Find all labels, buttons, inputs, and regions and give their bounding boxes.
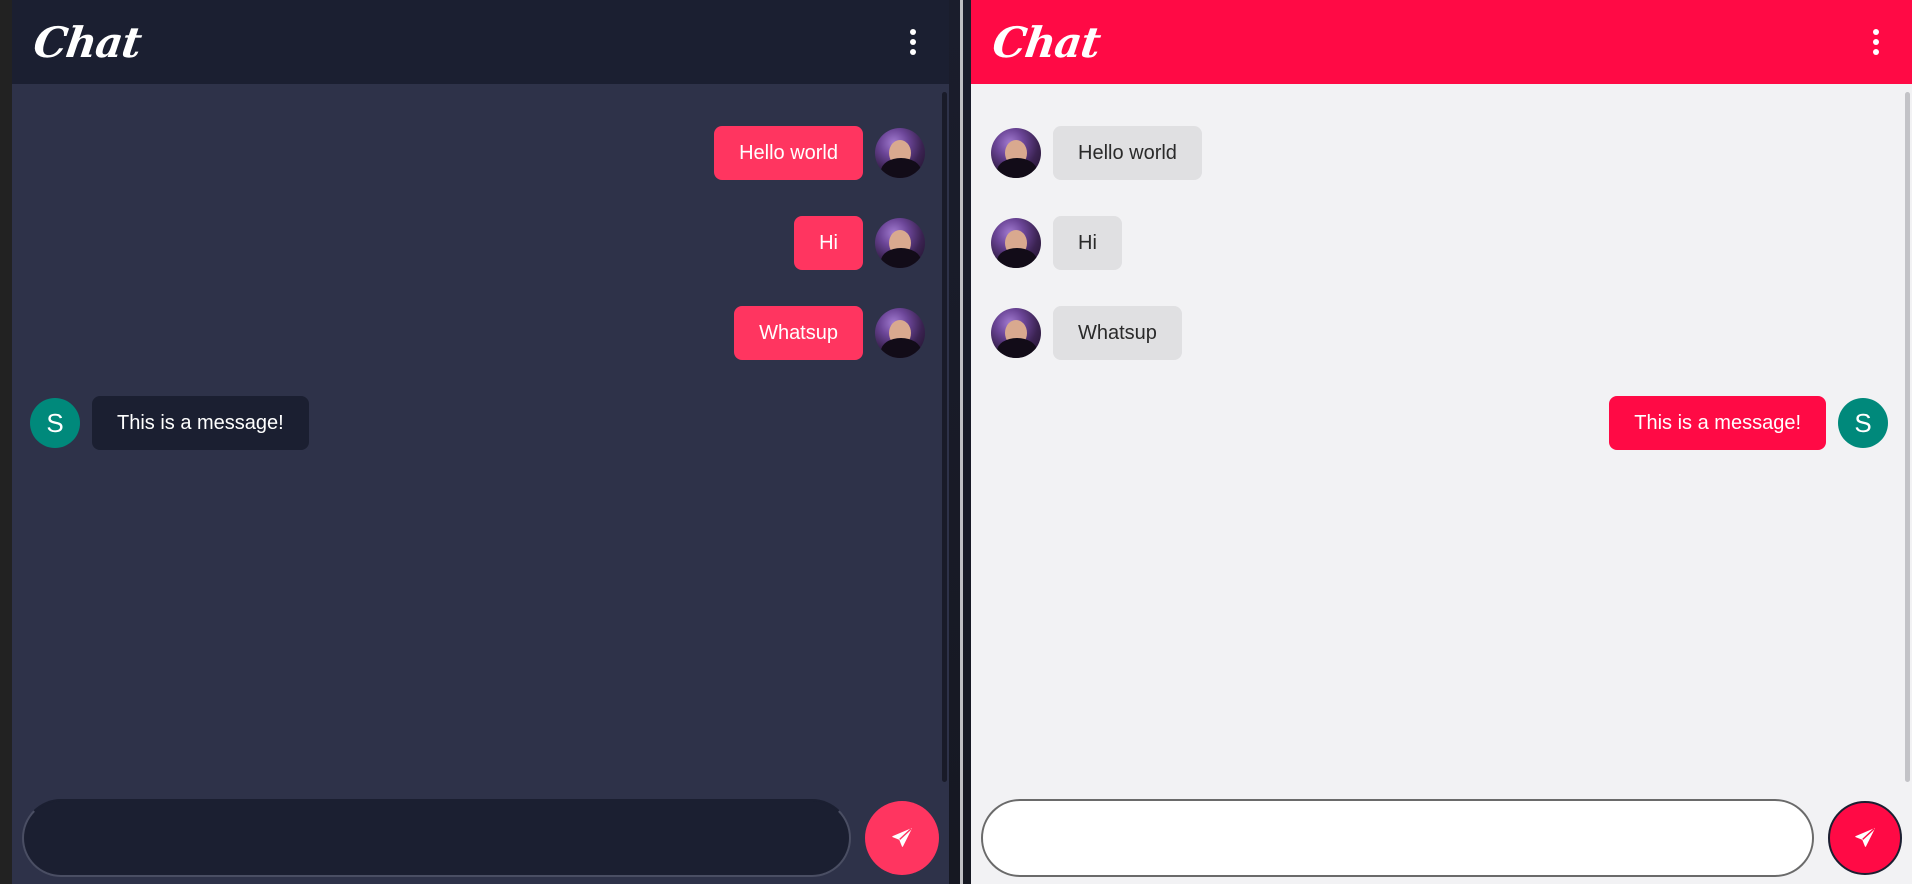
message-bubble: Whatsup bbox=[1053, 306, 1182, 360]
send-button[interactable] bbox=[1828, 801, 1902, 875]
message-input[interactable] bbox=[981, 799, 1814, 877]
user-avatar bbox=[875, 218, 925, 268]
message-bubble: Hello world bbox=[714, 126, 863, 180]
window-edge bbox=[0, 0, 12, 884]
message-row: Hello world bbox=[991, 126, 1202, 180]
message-bubble: Hi bbox=[1053, 216, 1122, 270]
message-row: Hi bbox=[991, 216, 1122, 270]
user-avatar bbox=[991, 308, 1041, 358]
message-bubble: This is a message! bbox=[1609, 396, 1826, 450]
message-bubble: Hello world bbox=[1053, 126, 1202, 180]
pane-divider bbox=[949, 0, 971, 884]
user-avatar bbox=[875, 128, 925, 178]
message-row: Hi bbox=[794, 216, 925, 270]
more-vert-icon[interactable] bbox=[1864, 22, 1888, 62]
paper-plane-icon bbox=[892, 828, 912, 847]
message-row: This is a message! S bbox=[1609, 396, 1888, 450]
message-row: Whatsup bbox=[734, 306, 925, 360]
message-input[interactable] bbox=[22, 799, 851, 877]
send-button[interactable] bbox=[865, 801, 939, 875]
message-row: Hello world bbox=[714, 126, 925, 180]
message-bubble: This is a message! bbox=[92, 396, 309, 450]
scrollbar[interactable] bbox=[1905, 92, 1910, 782]
more-vert-icon[interactable] bbox=[901, 22, 925, 62]
chat-header: Chat bbox=[12, 0, 949, 84]
user-avatar-letter: S bbox=[1838, 398, 1888, 448]
user-avatar bbox=[991, 218, 1041, 268]
user-avatar bbox=[991, 128, 1041, 178]
chat-window-dark: Chat Hello world Hi Whatsup S This is a … bbox=[12, 0, 949, 884]
message-bubble: Whatsup bbox=[734, 306, 863, 360]
paper-plane-icon bbox=[1855, 828, 1875, 847]
chat-window-light: Chat Hello world Hi Whatsup This is a me… bbox=[971, 0, 1912, 884]
message-row: S This is a message! bbox=[30, 396, 309, 450]
message-composer bbox=[981, 799, 1902, 877]
app-logo: Chat bbox=[989, 17, 1104, 67]
scrollbar[interactable] bbox=[942, 92, 947, 782]
message-row: Whatsup bbox=[991, 306, 1182, 360]
user-avatar-letter: S bbox=[30, 398, 80, 448]
app-logo: Chat bbox=[30, 17, 145, 67]
message-composer bbox=[22, 799, 939, 877]
chat-header: Chat bbox=[971, 0, 1912, 84]
message-bubble: Hi bbox=[794, 216, 863, 270]
user-avatar bbox=[875, 308, 925, 358]
